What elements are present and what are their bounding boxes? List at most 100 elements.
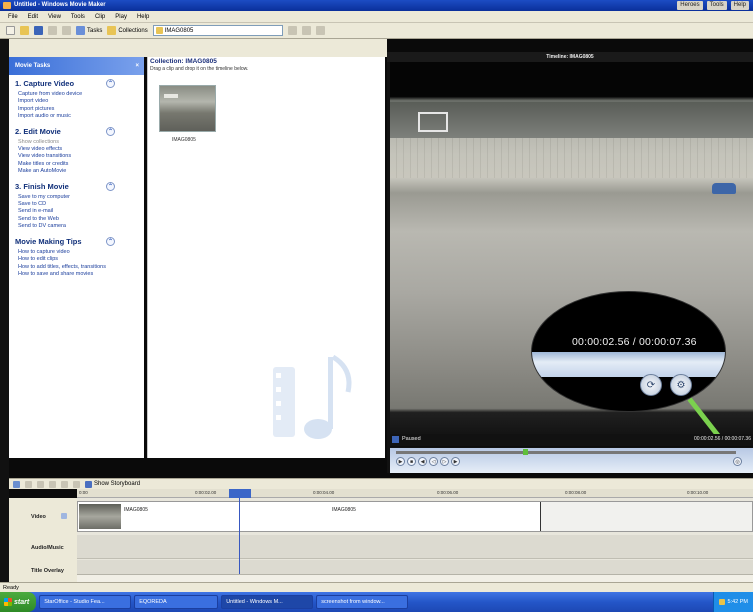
menu-edit[interactable]: Edit <box>28 11 38 22</box>
task-link[interactable]: Send to the Web <box>15 216 138 223</box>
up-level-icon[interactable] <box>287 26 297 35</box>
playhead-line[interactable] <box>239 498 240 582</box>
task-link[interactable]: Send to DV camera <box>15 223 138 230</box>
open-folder-icon[interactable] <box>20 26 29 35</box>
play-icon[interactable]: ▶ <box>396 457 405 466</box>
playhead-marker[interactable] <box>229 489 251 498</box>
video-frame: 00:00:02.56 / 00:00:07.36 ⟳ ⚙ <box>390 62 753 447</box>
tray-clock: 5:42 PM <box>727 599 748 605</box>
clip-thumbnail[interactable] <box>159 85 216 132</box>
video-track[interactable]: IMAG0805 IMAG0805 <box>77 501 753 532</box>
movie-tasks-title: Movie Tasks <box>15 63 51 69</box>
preview-monitor: Timeline: IMAG0805 00:00:02.56 / 00:00:0… <box>387 52 753 473</box>
task-link[interactable]: Import pictures <box>15 106 138 113</box>
pointer-line <box>687 397 722 439</box>
set-audio-levels-icon[interactable] <box>25 480 32 488</box>
new-collection-icon[interactable] <box>301 26 311 35</box>
tasks-button[interactable]: Tasks <box>76 26 102 35</box>
collection-subtitle: Drag a clip and drop it on the timeline … <box>150 66 249 72</box>
section-title[interactable]: 1. Capture Video ⌃ <box>15 79 115 88</box>
task-link[interactable]: View video effects <box>15 146 138 153</box>
storyboard-view-icon <box>85 480 92 488</box>
section-movie-making-tips: Movie Making Tips ⌃ How to capture video… <box>9 233 144 281</box>
previous-frame-icon[interactable]: ◁ <box>429 457 438 466</box>
undo-icon[interactable] <box>48 26 57 35</box>
storyboard-icon[interactable] <box>13 480 20 488</box>
task-link[interactable]: How to capture video <box>15 249 138 256</box>
close-tasks-icon[interactable]: × <box>135 57 139 75</box>
task-link[interactable]: Import audio or music <box>15 113 138 120</box>
task-link[interactable]: Make titles or credits <box>15 161 138 168</box>
menu-play[interactable]: Play <box>115 11 127 22</box>
taskbar-item[interactable]: StarOffice - Studio Fea... <box>39 595 132 609</box>
title-tool-0[interactable]: Heroes <box>677 1 703 10</box>
taskbar-item[interactable]: screenshot from window... <box>316 595 409 609</box>
timeline-scrollbar[interactable] <box>77 574 753 582</box>
task-link[interactable]: Make an AutoMovie <box>15 168 138 175</box>
rewind-icon[interactable]: ◀ <box>418 457 427 466</box>
callout-control-bar <box>532 352 725 377</box>
menu-help[interactable]: Help <box>137 11 149 22</box>
redo-icon[interactable] <box>62 26 71 35</box>
chevron-up-icon[interactable]: ⌃ <box>106 181 115 191</box>
task-link[interactable]: How to add titles, effects, transitions <box>15 264 138 271</box>
timeline-ruler[interactable]: 0:00 0:00:02.00 0:00:04.00 0:00:06.00 0:… <box>77 489 753 498</box>
rewind-timeline-icon[interactable] <box>61 480 68 488</box>
task-link[interactable]: How to edit clips <box>15 256 138 263</box>
menu-clip[interactable]: Clip <box>95 11 105 22</box>
fast-forward-icon[interactable]: ▶ <box>451 457 460 466</box>
zoom-in-icon[interactable] <box>37 480 44 488</box>
movie-tasks-header: Movie Tasks × <box>9 57 144 75</box>
chevron-up-icon[interactable]: ⌃ <box>106 79 115 88</box>
title-tool-1[interactable]: Tools <box>706 1 727 10</box>
chevron-up-icon[interactable]: ⌃ <box>106 236 115 246</box>
taskbar-item[interactable]: EQOREDA <box>134 595 219 609</box>
task-link[interactable]: How to save and share movies <box>15 271 138 278</box>
task-link[interactable]: Send in e-mail <box>15 208 138 215</box>
task-link[interactable]: Show collections <box>15 139 138 146</box>
save-icon[interactable] <box>34 26 43 35</box>
new-project-icon[interactable] <box>6 26 15 35</box>
movie-maker-app-icon <box>3 2 11 9</box>
show-storyboard-button[interactable]: Show Storyboard <box>85 480 140 488</box>
next-frame-icon[interactable]: ▷ <box>440 457 449 466</box>
start-button[interactable]: start <box>0 592 37 612</box>
menu-tools[interactable]: Tools <box>71 11 85 22</box>
taskbar-item-active[interactable]: Untitled - Windows M... <box>221 595 314 609</box>
section-title-text: 3. Finish Movie <box>15 181 69 191</box>
views-icon[interactable] <box>315 26 325 35</box>
timeline-clip[interactable]: IMAG0805 IMAG0805 <box>78 502 541 531</box>
task-link[interactable]: Import video <box>15 98 138 105</box>
stop-icon[interactable]: ■ <box>407 457 416 466</box>
pane-header-strip <box>9 39 387 57</box>
title-overlay-track[interactable] <box>77 560 753 574</box>
seek-track[interactable] <box>396 451 736 454</box>
zoom-out-icon[interactable] <box>49 480 56 488</box>
window-title: Untitled - Windows Movie Maker <box>14 2 106 8</box>
collection-title: Collection: IMAG0805 <box>150 58 217 65</box>
take-picture-icon[interactable]: ⚙ <box>670 374 692 396</box>
task-link[interactable]: View video transitions <box>15 153 138 160</box>
fullscreen-icon[interactable]: ◎ <box>733 457 742 466</box>
menu-file[interactable]: File <box>8 11 18 22</box>
status-time: 00:00:02.56 / 00:00:07.36 <box>694 436 751 442</box>
tray-icon[interactable] <box>718 599 725 605</box>
task-link[interactable]: Save to my computer <box>15 194 138 201</box>
seek-thumb[interactable] <box>523 449 529 455</box>
audio-track[interactable] <box>77 535 753 559</box>
expand-video-icon[interactable] <box>61 513 67 519</box>
collection-dropdown[interactable]: IMAG0805 <box>152 25 283 36</box>
play-timeline-icon[interactable] <box>73 480 80 488</box>
section-title[interactable]: Movie Making Tips ⌃ <box>15 236 115 246</box>
chevron-up-icon[interactable]: ⌃ <box>106 126 115 136</box>
empty-track-area[interactable] <box>541 502 752 531</box>
section-title[interactable]: 2. Edit Movie ⌃ <box>15 126 115 136</box>
menu-view[interactable]: View <box>48 11 61 22</box>
track-labels: Video Audio/Music Title Overlay <box>9 498 77 582</box>
split-clip-icon[interactable]: ⟳ <box>640 374 662 396</box>
task-link[interactable]: Capture from video device <box>15 91 138 98</box>
task-link[interactable]: Save to CD <box>15 201 138 208</box>
section-title[interactable]: 3. Finish Movie ⌃ <box>15 181 115 191</box>
collections-button[interactable]: Collections <box>107 26 148 35</box>
title-tool-2[interactable]: Help <box>730 1 749 10</box>
